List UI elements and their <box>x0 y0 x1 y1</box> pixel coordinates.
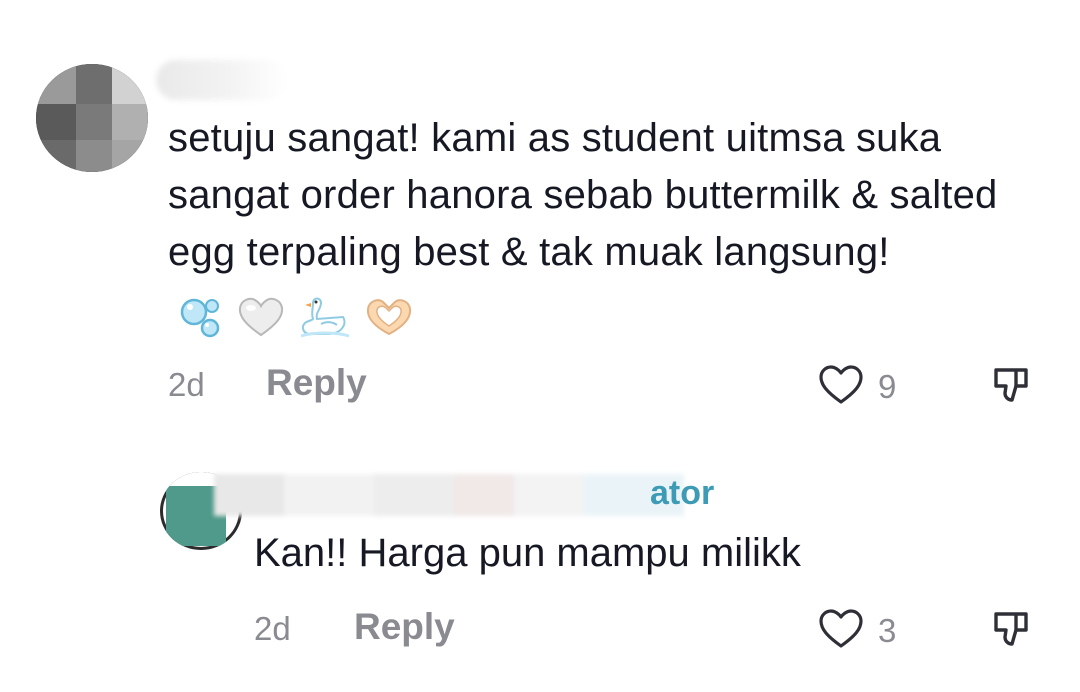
emoji-row <box>180 287 416 344</box>
reply-button[interactable]: Reply <box>266 362 367 404</box>
dislike-icon[interactable] <box>990 364 1032 406</box>
comment-item: setuju sangat! kami as student uitmsa su… <box>0 0 1080 430</box>
heart-icon <box>819 609 863 648</box>
reply-like-button[interactable]: 3 <box>818 606 928 654</box>
heart-icon <box>819 365 863 404</box>
reply-timestamp: 2d <box>254 610 291 647</box>
reply-like-count: 3 <box>878 612 897 649</box>
dislike-icon[interactable] <box>990 608 1032 650</box>
comment-body: setuju sangat! kami as student uitmsa su… <box>168 116 998 274</box>
like-button[interactable]: 9 <box>818 362 928 410</box>
reply-reply-button[interactable]: Reply <box>354 606 455 648</box>
white-heart-emoji <box>239 298 284 337</box>
bubbles-emoji <box>180 299 220 338</box>
avatar[interactable] <box>36 64 148 172</box>
like-count: 9 <box>878 368 897 405</box>
username-redacted[interactable] <box>156 60 288 100</box>
comment-text: setuju sangat! kami as student uitmsa su… <box>168 110 1048 344</box>
reply-username-suffix: ator <box>650 474 715 512</box>
heart-hands-emoji <box>366 299 411 336</box>
reply-username-redacted[interactable] <box>214 474 684 516</box>
swan-emoji <box>300 297 350 338</box>
timestamp: 2d <box>168 366 205 403</box>
comment-meta: 2d Reply 9 <box>168 360 1048 410</box>
reply-meta: 2d Reply 3 <box>254 604 1054 654</box>
reply-text: Kan!! Harga pun mampu milikk <box>254 531 801 575</box>
